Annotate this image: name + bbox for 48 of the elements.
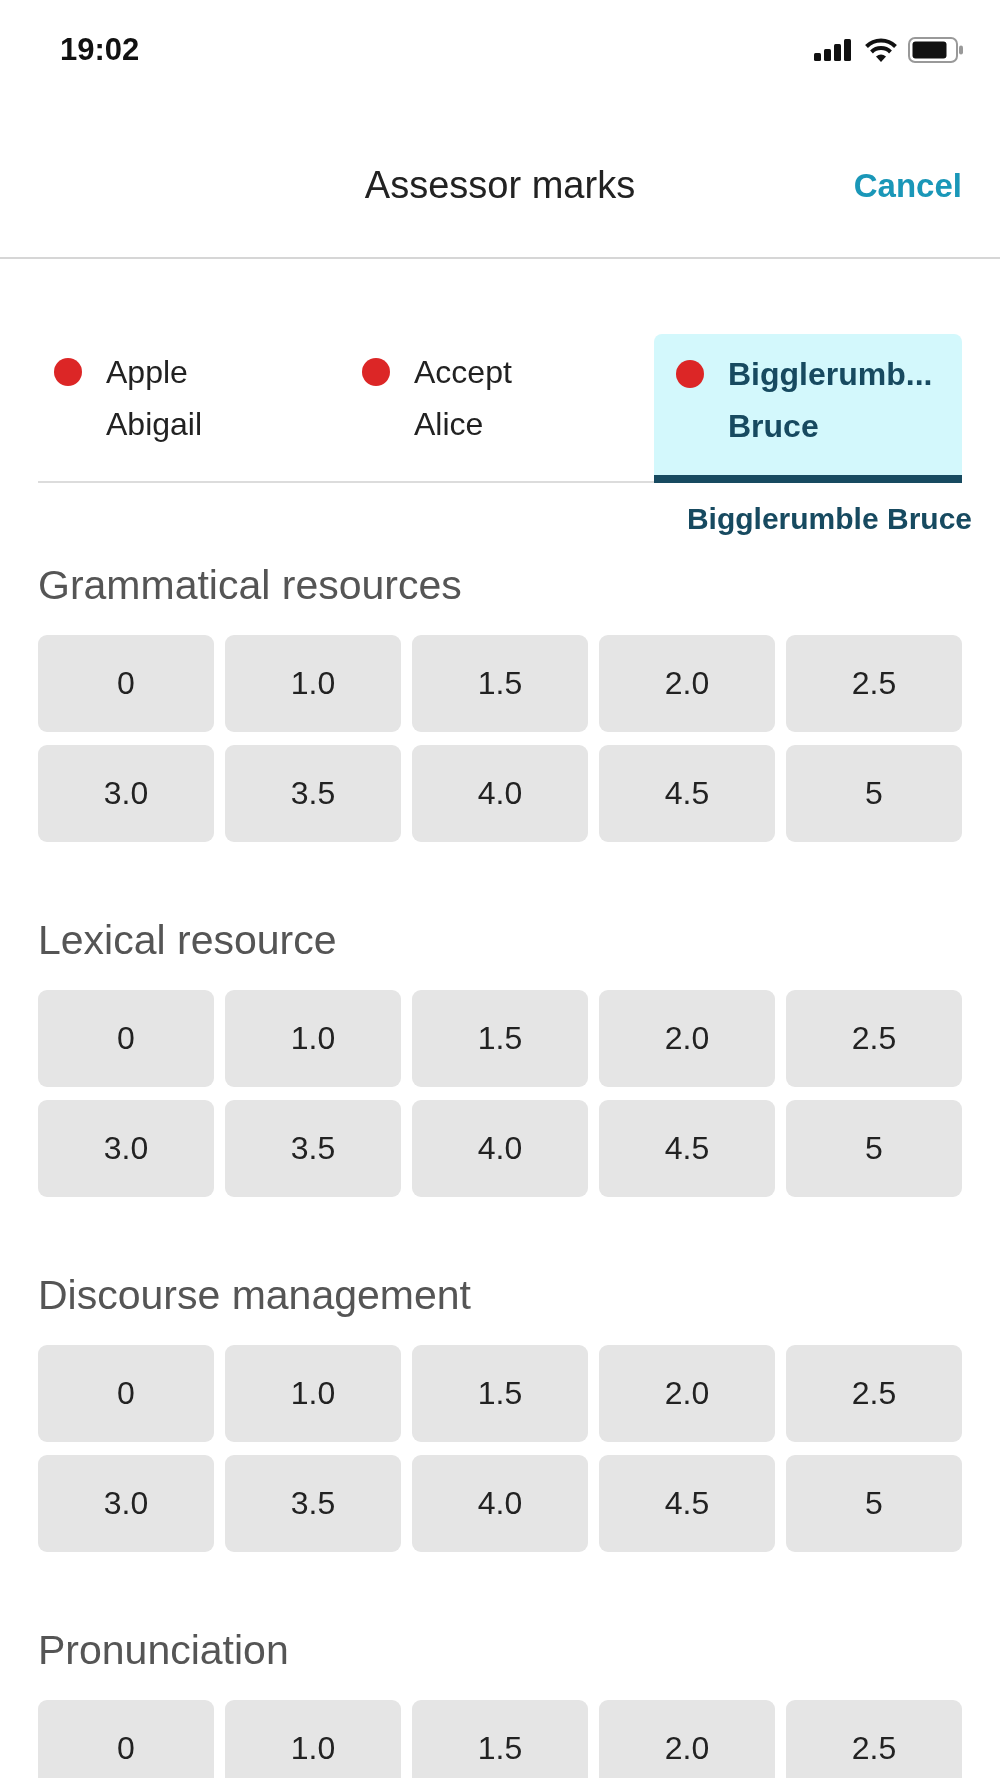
score-button[interactable]: 4.0 bbox=[412, 1100, 588, 1197]
assessor-tab[interactable]: Apple Abigail bbox=[38, 334, 346, 483]
score-button[interactable]: 0 bbox=[38, 1700, 214, 1778]
score-button[interactable]: 1.5 bbox=[412, 635, 588, 732]
score-button[interactable]: 3.0 bbox=[38, 1100, 214, 1197]
battery-icon bbox=[908, 37, 964, 63]
score-button[interactable]: 2.5 bbox=[786, 990, 962, 1087]
score-button[interactable]: 0 bbox=[38, 635, 214, 732]
criterion-title: Grammatical resources bbox=[38, 561, 463, 610]
score-button[interactable]: 3.5 bbox=[225, 1100, 401, 1197]
score-button[interactable]: 5 bbox=[786, 1455, 962, 1552]
score-button[interactable]: 3.0 bbox=[38, 1455, 214, 1552]
score-button[interactable]: 2.5 bbox=[786, 635, 962, 732]
score-button[interactable]: 5 bbox=[786, 1100, 962, 1197]
score-button[interactable]: 2.0 bbox=[599, 635, 775, 732]
score-button[interactable]: 4.5 bbox=[599, 1455, 775, 1552]
score-button[interactable]: 2.0 bbox=[599, 1700, 775, 1778]
score-button[interactable]: 3.5 bbox=[225, 1455, 401, 1552]
signal-icon bbox=[814, 39, 854, 61]
score-button[interactable]: 1.0 bbox=[225, 635, 401, 732]
score-button[interactable]: 1.5 bbox=[412, 1700, 588, 1778]
score-button[interactable]: 1.0 bbox=[225, 1345, 401, 1442]
wifi-icon bbox=[864, 38, 898, 62]
score-button[interactable]: 5 bbox=[786, 745, 962, 842]
criterion-title: Lexical resource bbox=[38, 916, 338, 965]
score-button[interactable]: 4.0 bbox=[412, 1455, 588, 1552]
score-button[interactable]: 1.0 bbox=[225, 990, 401, 1087]
score-button[interactable]: 1.5 bbox=[412, 990, 588, 1087]
score-button[interactable]: 2.0 bbox=[599, 990, 775, 1087]
score-button[interactable]: 2.5 bbox=[786, 1345, 962, 1442]
score-button[interactable]: 3.0 bbox=[38, 745, 214, 842]
score-button[interactable]: 0 bbox=[38, 1345, 214, 1442]
score-button[interactable]: 4.5 bbox=[599, 745, 775, 842]
criterion-title: Pronunciation bbox=[38, 1626, 290, 1675]
score-button[interactable]: 2.0 bbox=[599, 1345, 775, 1442]
score-button[interactable]: 4.5 bbox=[599, 1100, 775, 1197]
score-button[interactable]: 4.0 bbox=[412, 745, 588, 842]
status-time: 19:02 bbox=[60, 32, 140, 68]
assessor-tab[interactable]: Bigglerumb... Bruce bbox=[654, 334, 962, 483]
selected-assessor-name: Bigglerumble Bruce bbox=[686, 501, 972, 537]
assessor-tab[interactable]: Accept Alice bbox=[346, 334, 654, 483]
score-button[interactable]: 1.5 bbox=[412, 1345, 588, 1442]
score-button[interactable]: 1.0 bbox=[225, 1700, 401, 1778]
score-button[interactable]: 2.5 bbox=[786, 1700, 962, 1778]
score-button[interactable]: 3.5 bbox=[225, 745, 401, 842]
page-title: Assessor marks bbox=[364, 164, 636, 207]
score-button[interactable]: 0 bbox=[38, 990, 214, 1087]
criterion-title: Discourse management bbox=[38, 1271, 472, 1320]
